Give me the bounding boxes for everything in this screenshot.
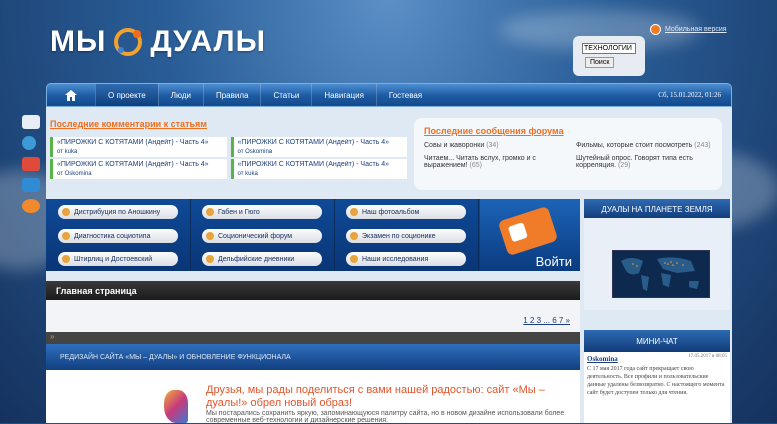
chat-message: С 17 мая 2017 года сайт прекращает свою … <box>587 366 725 396</box>
world-map-widget <box>584 218 730 310</box>
mobile-icon <box>650 24 661 35</box>
nav-item-rules[interactable]: Правила <box>202 84 260 106</box>
home-button[interactable] <box>47 84 95 106</box>
article-text: Мы постарались сохранить яркую, запомина… <box>206 410 565 424</box>
comment-item[interactable]: «ПИРОЖКИ С КОТЯТАМИ (Андейт) - Часть 4» … <box>230 159 407 179</box>
mobile-version-link[interactable]: Мобильная версия <box>665 26 727 33</box>
forum-topic[interactable]: Фильмы, которые стоит посмотреть <box>576 142 692 149</box>
forum-topic[interactable]: Шутейный опрос. Говорят типа есть коррел… <box>576 155 693 169</box>
id-badge-icon <box>497 205 559 257</box>
world-map-icon <box>621 257 699 291</box>
mini-chat: 17.05.2017 в 08:05 Oskomina С 17 мая 201… <box>584 352 730 423</box>
logo-text-right: ДУАЛЫ <box>150 25 266 58</box>
main-navigation: О проекте Люди Правила Статьи Навигация … <box>46 83 732 107</box>
login-button[interactable]: Войти <box>536 254 572 269</box>
forum-item[interactable]: Читаем... Читать вслух, громко и с выраж… <box>424 155 560 169</box>
forum-title[interactable]: Последние сообщения форума <box>424 126 712 136</box>
forum-item[interactable]: Шутейный опрос. Говорят типа есть коррел… <box>576 155 712 169</box>
latest-comments: Последние комментарии к статьям «ПИРОЖКИ… <box>50 119 407 179</box>
nav-item-articles[interactable]: Статьи <box>260 84 311 106</box>
home-icon <box>65 89 77 101</box>
forum-count: (34) <box>486 142 499 149</box>
quick-link[interactable]: Диагностика социотипа <box>58 229 178 243</box>
comment-author: от Oskomina <box>57 171 92 177</box>
quick-link[interactable]: Экзамен по соционике <box>346 229 466 243</box>
comment-item[interactable]: «ПИРОЖКИ С КОТЯТАМИ (Андейт) - Часть 4» … <box>50 137 227 157</box>
side-icons <box>22 115 44 220</box>
login-panel[interactable]: Войти <box>480 199 580 271</box>
quick-link[interactable]: Наш фотоальбом <box>346 205 466 219</box>
pagination-area: 1 2 3 ... 6 7 » <box>46 300 580 332</box>
comment-title[interactable]: «ПИРОЖКИ С КОТЯТАМИ (Андейт) - Часть 4» <box>238 161 404 168</box>
news-header[interactable]: РЕДИЗАЙН САЙТА «МЫ – ДУАЛЫ» И ОБНОВЛЕНИЕ… <box>46 344 580 370</box>
chat-icon[interactable] <box>22 199 40 213</box>
page-title: Главная страница <box>46 281 580 300</box>
site-logo[interactable]: МЫ ДУАЛЫ <box>50 22 266 62</box>
user-add-icon[interactable] <box>22 157 40 171</box>
forum-item[interactable]: Совы и жаворонки (34) <box>424 142 560 149</box>
forum-topic[interactable]: Совы и жаворонки <box>424 142 484 149</box>
search-box: Поиск <box>573 36 645 76</box>
comment-item[interactable]: «ПИРОЖКИ С КОТЯТАМИ (Андейт) - Часть 4» … <box>230 137 407 157</box>
article-headline: Друзья, мы рады поделиться с вами нашей … <box>206 384 545 409</box>
mail-icon[interactable] <box>22 178 40 192</box>
monitor-icon[interactable] <box>22 115 40 129</box>
forum-count: (243) <box>694 142 711 149</box>
comment-title[interactable]: «ПИРОЖКИ С КОТЯТАМИ (Андейт) - Часть 4» <box>57 139 223 146</box>
news-article: Друзья, мы рады поделиться с вами нашей … <box>46 370 580 424</box>
comment-author: от kuka <box>237 171 258 177</box>
quick-link[interactable]: Габен и Гюго <box>202 205 322 219</box>
pagination[interactable]: 1 2 3 ... 6 7 » <box>523 316 570 325</box>
comment-item[interactable]: «ПИРОЖКИ С КОТЯТАМИ (Андейт) - Часть 4» … <box>50 159 227 179</box>
nav-item-navigation[interactable]: Навигация <box>311 84 376 106</box>
forum-count: (65) <box>469 162 482 169</box>
logo-text-left: МЫ <box>50 25 107 58</box>
bird-illustration <box>164 390 188 423</box>
logo-ring-icon <box>114 28 143 56</box>
globe-icon[interactable] <box>22 136 36 150</box>
forum-item[interactable]: Фильмы, которые стоит посмотреть (243) <box>576 142 712 149</box>
comments-title[interactable]: Последние комментарии к статьям <box>50 119 407 129</box>
chat-widget-title: МИНИ-ЧАТ <box>584 330 730 352</box>
forum-count: (29) <box>617 162 631 169</box>
quick-link[interactable]: Штирлиц и Достоевский <box>58 252 178 266</box>
nav-item-guestbook[interactable]: Гостевая <box>375 84 434 106</box>
latest-forum-posts: Последние сообщения форума Совы и жаворо… <box>414 118 722 190</box>
nav-item-about[interactable]: О проекте <box>95 84 158 106</box>
world-map[interactable] <box>612 250 710 298</box>
comment-title[interactable]: «ПИРОЖКИ С КОТЯТАМИ (Андейт) - Часть 4» <box>57 161 223 168</box>
comment-author: от Oskomina <box>237 149 273 155</box>
search-button[interactable]: Поиск <box>585 57 615 68</box>
comment-title[interactable]: «ПИРОЖКИ С КОТЯТАМИ (Андейт) - Часть 4» <box>238 139 404 146</box>
quick-link[interactable]: Соционический форум <box>202 229 322 243</box>
quick-link[interactable]: Наши исследования <box>346 252 466 266</box>
mobile-version[interactable]: Мобильная версия <box>650 24 727 35</box>
current-date: Сб, 15.01.2022, 01:26 <box>658 91 721 99</box>
comment-author: от kuka <box>57 149 78 155</box>
chat-user[interactable]: Oskomina <box>587 355 618 363</box>
news-strip: » <box>46 332 580 344</box>
quick-link[interactable]: Дистрибуция по Аношкину <box>58 205 178 219</box>
quick-link[interactable]: Дельфийские дневники <box>202 252 322 266</box>
nav-item-people[interactable]: Люди <box>157 84 203 106</box>
chat-date: 17.05.2017 в 08:05 <box>688 354 727 359</box>
map-widget-title: ДУАЛЫ НА ПЛАНЕТЕ ЗЕМЛЯ <box>584 199 730 219</box>
search-input[interactable] <box>582 43 636 54</box>
